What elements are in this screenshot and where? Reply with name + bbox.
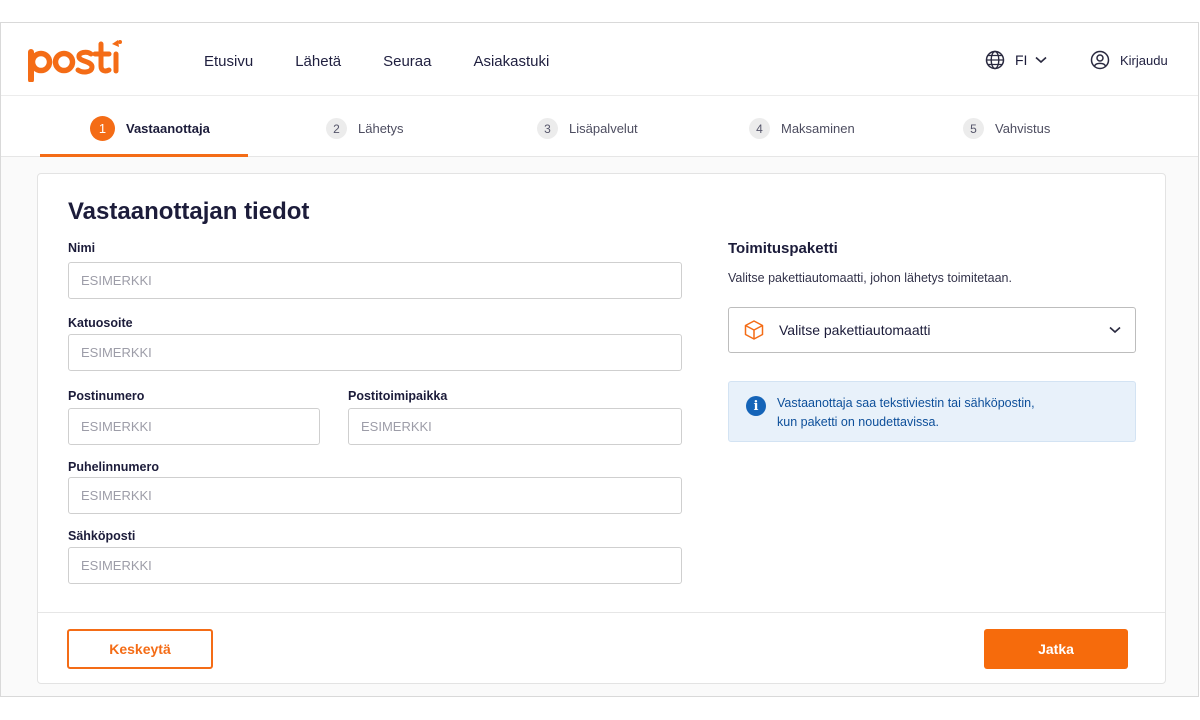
nav-item-seuraa[interactable]: Seuraa bbox=[383, 53, 431, 70]
login-link[interactable]: Kirjaudu bbox=[1090, 50, 1168, 70]
step-number: 1 bbox=[90, 116, 115, 141]
step-number: 4 bbox=[749, 118, 770, 139]
delivery-section-title: Toimituspaketti bbox=[728, 240, 838, 257]
form-actions: Keskeytä Jatka bbox=[38, 612, 1165, 685]
postal-code-label: Postinumero bbox=[68, 389, 145, 403]
step-number: 2 bbox=[326, 118, 347, 139]
progress-stepper: 1 Vastaanottaja 2 Lähetys 3 Lisäpalvelut… bbox=[1, 95, 1198, 157]
select-label: Valitse pakettiautomaatti bbox=[779, 322, 931, 338]
page-title: Vastaanottajan tiedot bbox=[68, 198, 310, 225]
top-header: Etusivu Lähetä Seuraa Asiakastuki FI Kir… bbox=[1, 23, 1198, 95]
info-icon: i bbox=[746, 396, 766, 416]
email-input[interactable] bbox=[68, 547, 682, 584]
posti-logo-icon bbox=[28, 40, 122, 83]
parcel-locker-select[interactable]: Valitse pakettiautomaatti bbox=[728, 307, 1136, 353]
main-nav: Etusivu Lähetä Seuraa Asiakastuki bbox=[204, 53, 591, 70]
step-vastaanottaja[interactable]: 1 Vastaanottaja bbox=[90, 116, 210, 141]
user-icon bbox=[1090, 50, 1110, 70]
info-text-line-1: Vastaanottaja saa tekstiviestin tai sähk… bbox=[777, 396, 1035, 410]
cancel-button[interactable]: Keskeytä bbox=[67, 629, 213, 669]
street-input[interactable] bbox=[68, 334, 682, 371]
city-input[interactable] bbox=[348, 408, 682, 445]
name-input[interactable] bbox=[68, 262, 682, 299]
step-vahvistus[interactable]: 5 Vahvistus bbox=[963, 118, 1050, 139]
globe-icon bbox=[985, 50, 1005, 70]
step-lisapalvelut[interactable]: 3 Lisäpalvelut bbox=[537, 118, 638, 139]
city-label: Postitoimipaikka bbox=[348, 389, 448, 403]
posti-logo[interactable] bbox=[26, 36, 122, 83]
street-label: Katuosoite bbox=[68, 316, 133, 330]
step-number: 3 bbox=[537, 118, 558, 139]
step-label: Lähetys bbox=[358, 121, 404, 136]
active-step-indicator bbox=[40, 154, 248, 157]
nav-item-etusivu[interactable]: Etusivu bbox=[204, 53, 253, 70]
package-icon bbox=[744, 320, 764, 340]
chevron-down-icon bbox=[1109, 326, 1121, 334]
step-lahetys[interactable]: 2 Lähetys bbox=[326, 118, 404, 139]
info-notice: i Vastaanottaja saa tekstiviestin tai sä… bbox=[728, 381, 1136, 442]
info-text: Vastaanottaja saa tekstiviestin tai sähk… bbox=[777, 394, 1035, 432]
nav-item-laheta[interactable]: Lähetä bbox=[295, 53, 341, 70]
step-maksaminen[interactable]: 4 Maksaminen bbox=[749, 118, 855, 139]
step-label: Vastaanottaja bbox=[126, 121, 210, 136]
language-selector[interactable]: FI bbox=[985, 50, 1047, 70]
postal-code-input[interactable] bbox=[68, 408, 320, 445]
step-label: Maksaminen bbox=[781, 121, 855, 136]
app-frame: Etusivu Lähetä Seuraa Asiakastuki FI Kir… bbox=[0, 22, 1199, 697]
recipient-form-card: Vastaanottajan tiedot Nimi Katuosoite Po… bbox=[37, 173, 1166, 684]
name-label: Nimi bbox=[68, 241, 96, 255]
nav-item-asiakastuki[interactable]: Asiakastuki bbox=[473, 53, 549, 70]
step-number: 5 bbox=[963, 118, 984, 139]
step-label: Vahvistus bbox=[995, 121, 1051, 136]
login-label: Kirjaudu bbox=[1120, 52, 1168, 68]
email-label: Sähköposti bbox=[68, 529, 136, 543]
info-text-line-2: kun paketti on noudettavissa. bbox=[777, 415, 939, 429]
continue-button[interactable]: Jatka bbox=[984, 629, 1128, 669]
step-label: Lisäpalvelut bbox=[569, 121, 638, 136]
phone-label: Puhelinnumero bbox=[68, 460, 159, 474]
phone-input[interactable] bbox=[68, 477, 682, 514]
language-code: FI bbox=[1015, 52, 1028, 68]
delivery-description: Valitse pakettiautomaatti, johon lähetys… bbox=[728, 271, 1012, 285]
chevron-down-icon bbox=[1035, 56, 1047, 64]
